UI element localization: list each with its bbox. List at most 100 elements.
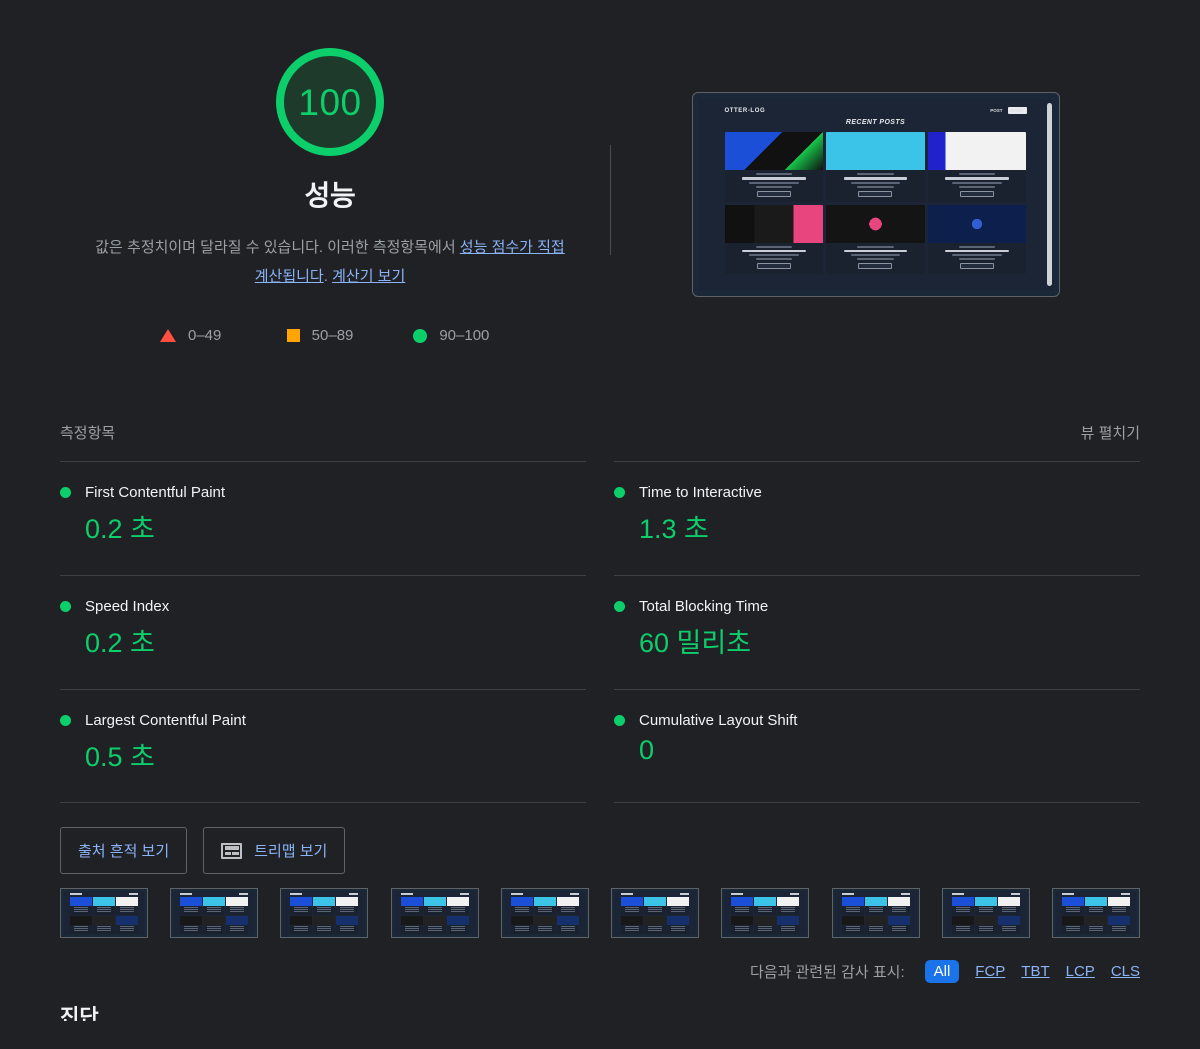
screenshot-card-text <box>826 243 925 275</box>
screenshot-card-image <box>928 205 1027 243</box>
filmstrip-thumbnail-image <box>394 891 476 935</box>
screenshot-card-text <box>928 170 1027 202</box>
status-pass-icon <box>614 715 625 726</box>
filmstrip-thumbnail-image <box>835 891 917 935</box>
status-pass-icon <box>60 715 71 726</box>
screenshot-card-cta <box>858 263 892 269</box>
screenshot-site-logo: OTTER-LOG <box>725 108 766 114</box>
screenshot-card-grid <box>725 132 1027 274</box>
calculator-link[interactable]: 계산기 보기 <box>332 268 405 285</box>
screenshot-card-cta <box>960 191 994 197</box>
audit-filter-cls[interactable]: CLS <box>1111 963 1140 980</box>
status-pass-icon <box>60 601 71 612</box>
filmstrip-thumbnail[interactable] <box>280 888 368 938</box>
metric-item-cumulative-layout-shift[interactable]: Cumulative Layout Shift 0 <box>614 689 1140 803</box>
screenshot-card-image <box>826 205 925 243</box>
view-treemap-label: 트리맵 보기 <box>254 840 327 861</box>
description-text-1: 값은 추정치이며 달라질 수 있습니다. 이러한 측정항목에서 <box>95 239 460 256</box>
legend-item-fail: 0–49 <box>160 327 287 344</box>
metrics-section: 측정항목 뷰 펼치기 First Contentful Paint 0.2 초 … <box>0 422 1200 803</box>
metric-header: Total Blocking Time <box>614 598 1140 615</box>
screenshot-card-cta <box>858 191 892 197</box>
screenshot-card <box>928 205 1027 275</box>
filmstrip-thumbnail-image <box>63 891 145 935</box>
gauge-score-value: 100 <box>298 84 361 121</box>
audit-filter-lcp[interactable]: LCP <box>1066 963 1095 980</box>
screenshot-site-header: OTTER-LOG POST DARK <box>699 99 1053 114</box>
legend-label-pass: 90–100 <box>439 327 489 344</box>
screenshot-card-text <box>725 243 824 275</box>
metric-item-speed-index[interactable]: Speed Index 0.2 초 <box>60 575 586 689</box>
screenshot-scrollbar <box>1047 103 1052 286</box>
legend-label-average: 50–89 <box>312 327 354 344</box>
metric-value: 0.5 초 <box>60 735 586 774</box>
legend-item-pass: 90–100 <box>413 327 540 344</box>
screenshot-card-image <box>725 205 824 243</box>
audit-filter-label: 다음과 관련된 감사 표시: <box>750 961 905 982</box>
view-treemap-button[interactable]: 트리맵 보기 <box>203 827 345 874</box>
metric-header: First Contentful Paint <box>60 484 586 501</box>
filmstrip-thumbnail-image <box>945 891 1027 935</box>
metric-label: Largest Contentful Paint <box>85 712 246 729</box>
metric-value: 60 밀리초 <box>614 621 1140 660</box>
filmstrip-thumbnail[interactable] <box>501 888 589 938</box>
audit-filter-tbt[interactable]: TBT <box>1021 963 1049 980</box>
performance-gauge[interactable]: 100 <box>276 48 384 156</box>
filmstrip-thumbnail-image <box>1055 891 1137 935</box>
metrics-header: 측정항목 뷰 펼치기 <box>60 422 1140 461</box>
metric-item-largest-contentful-paint[interactable]: Largest Contentful Paint 0.5 초 <box>60 689 586 803</box>
score-column: 100 성능 값은 추정치이며 달라질 수 있습니다. 이러한 측정항목에서 성… <box>60 40 600 344</box>
metric-label: Cumulative Layout Shift <box>639 712 797 729</box>
metric-label: Time to Interactive <box>639 484 762 501</box>
category-description: 값은 추정치이며 달라질 수 있습니다. 이러한 측정항목에서 성능 점수가 직… <box>90 234 570 291</box>
expand-view-toggle[interactable]: 뷰 펼치기 <box>1081 422 1140 443</box>
screenshot-card-cta <box>960 263 994 269</box>
metric-item-time-to-interactive[interactable]: Time to Interactive 1.3 초 <box>614 461 1140 575</box>
category-header: 100 성능 값은 추정치이며 달라질 수 있습니다. 이러한 측정항목에서 성… <box>0 0 1200 344</box>
filmstrip-thumbnail[interactable] <box>1052 888 1140 938</box>
filmstrip-thumbnail[interactable] <box>391 888 479 938</box>
metric-value: 0.2 초 <box>60 621 586 660</box>
metric-header: Time to Interactive <box>614 484 1140 501</box>
screenshot-card <box>826 132 925 202</box>
treemap-icon <box>221 843 242 859</box>
screenshot-site-nav: POST DARK <box>990 107 1026 114</box>
filmstrip-thumbnail[interactable] <box>942 888 1030 938</box>
filmstrip-thumbnail[interactable] <box>721 888 809 938</box>
filmstrip-thumbnail-image <box>614 891 696 935</box>
filmstrip-thumbnail[interactable] <box>611 888 699 938</box>
metric-header: Speed Index <box>60 598 586 615</box>
screenshot-card-text <box>826 170 925 202</box>
metric-value: 1.3 초 <box>614 507 1140 546</box>
metric-label: Speed Index <box>85 598 169 615</box>
metric-item-total-blocking-time[interactable]: Total Blocking Time 60 밀리초 <box>614 575 1140 689</box>
screenshot-card <box>725 132 824 202</box>
view-trace-button[interactable]: 출처 흔적 보기 <box>60 827 187 874</box>
screenshot-card <box>826 205 925 275</box>
screenshot-card-image <box>826 132 925 170</box>
filmstrip-thumbnail-image <box>724 891 806 935</box>
screenshot-card-text <box>725 170 824 202</box>
metric-value: 0.2 초 <box>60 507 586 546</box>
legend-label-fail: 0–49 <box>188 327 221 344</box>
metric-label: First Contentful Paint <box>85 484 225 501</box>
audit-filter-fcp[interactable]: FCP <box>975 963 1005 980</box>
filmstrip-thumbnail[interactable] <box>60 888 148 938</box>
screenshot-nav-post: POST <box>990 108 1002 113</box>
screenshot-card <box>928 132 1027 202</box>
metric-item-first-contentful-paint[interactable]: First Contentful Paint 0.2 초 <box>60 461 586 575</box>
audit-filter-row: 다음과 관련된 감사 표시: All FCP TBT LCP CLS <box>0 960 1200 983</box>
screenshot-card-cta <box>757 191 791 197</box>
view-trace-label: 출처 흔적 보기 <box>78 840 169 861</box>
triangle-fail-icon <box>160 329 176 342</box>
final-screenshot-frame[interactable]: OTTER-LOG POST DARK RECENT POSTS <box>692 92 1060 297</box>
final-screenshot-image: OTTER-LOG POST DARK RECENT POSTS <box>699 99 1053 290</box>
gauge-circle: 100 <box>276 48 384 156</box>
screenshot-card-text <box>928 243 1027 275</box>
description-text-2: . <box>324 268 332 285</box>
filmstrip-thumbnail[interactable] <box>170 888 258 938</box>
filmstrip-thumbnail[interactable] <box>832 888 920 938</box>
audit-filter-all[interactable]: All <box>925 960 960 983</box>
filmstrip-thumbnail-image <box>283 891 365 935</box>
metric-label: Total Blocking Time <box>639 598 768 615</box>
